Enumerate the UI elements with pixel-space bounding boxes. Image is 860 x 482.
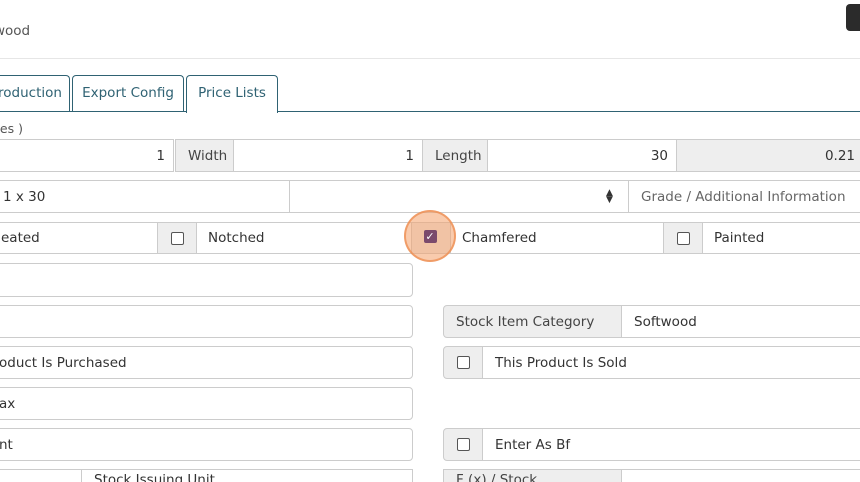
length-input[interactable]: 30: [487, 139, 677, 172]
breadcrumb: wood: [0, 23, 31, 39]
board-feet-value: 0.21: [824, 147, 855, 164]
chamfered-label: Chamfered: [462, 230, 537, 246]
enter-as-bf-label: Enter As Bf: [495, 436, 571, 453]
description-input[interactable]: [0, 263, 413, 297]
select-arrows-icon: ▲ ▼: [606, 188, 613, 205]
painted-option: Painted: [702, 222, 860, 254]
stock-ratio-input[interactable]: [621, 469, 860, 482]
tab-price-lists[interactable]: Price Lists: [186, 75, 278, 113]
notched-checkbox-cell[interactable]: [157, 222, 197, 254]
painted-checkbox-cell[interactable]: [663, 222, 703, 254]
this-product-is-sold-checkbox[interactable]: [456, 356, 470, 369]
chamfered-option: Chamfered: [450, 222, 664, 254]
tax-field[interactable]: ax: [0, 387, 413, 420]
size-display: 1 x 30: [0, 180, 290, 213]
grade-placeholder: Grade / Additional Information: [641, 188, 846, 205]
stock-unit-input[interactable]: [0, 469, 82, 482]
chamfered-checkbox[interactable]: ✓: [423, 229, 437, 243]
stock-ratio-label: F (x) / Stock: [443, 469, 622, 482]
length-label: Length: [422, 139, 488, 172]
header-divider: [0, 58, 860, 59]
this-product-is-sold-checkbox-cell[interactable]: [443, 346, 483, 379]
stock-item-category-select[interactable]: Softwood: [621, 305, 860, 338]
product-is-purchased-field[interactable]: oduct Is Purchased: [0, 346, 413, 379]
treated-label: eated: [1, 230, 40, 246]
treated-option: eated: [0, 222, 158, 254]
length-value: 30: [650, 147, 668, 164]
amount-label: nt: [0, 436, 13, 453]
notched-label: Notched: [208, 230, 265, 246]
painted-label: Painted: [714, 230, 765, 246]
painted-checkbox[interactable]: [676, 231, 690, 245]
width-label: Width: [175, 139, 234, 172]
header-action-button[interactable]: [846, 4, 860, 31]
stock-item-category-label: Stock Item Category: [443, 305, 622, 338]
stock-unit-label: Stock Issuing Unit: [94, 471, 215, 482]
this-product-is-sold-label: This Product Is Sold: [495, 354, 627, 371]
tab-production[interactable]: roduction: [0, 75, 70, 112]
enter-as-bf-checkbox[interactable]: [456, 438, 470, 451]
width-input[interactable]: 1: [233, 139, 423, 172]
notched-checkbox[interactable]: [170, 231, 184, 245]
size-select[interactable]: [289, 180, 629, 213]
notched-option: Notched: [196, 222, 412, 254]
enter-as-bf-field: Enter As Bf: [482, 428, 860, 461]
stock-unit-field[interactable]: Stock Issuing Unit: [81, 469, 413, 482]
grade-input[interactable]: Grade / Additional Information: [628, 180, 860, 213]
click-highlight: ✓: [404, 210, 456, 262]
thickness-value: 1: [156, 147, 165, 164]
enter-as-bf-checkbox-cell[interactable]: [443, 428, 483, 461]
thickness-input[interactable]: 1: [0, 139, 174, 172]
product-is-purchased-label: oduct Is Purchased: [0, 354, 127, 371]
size-text: 1 x 30: [3, 188, 46, 205]
amount-field[interactable]: nt: [0, 428, 413, 461]
tabs-divider: [0, 111, 860, 112]
tab-export-config[interactable]: Export Config: [72, 75, 184, 112]
width-value: 1: [405, 147, 414, 164]
stock-item-category-value: Softwood: [634, 313, 697, 330]
secondary-input[interactable]: [0, 305, 413, 338]
tax-label: ax: [0, 395, 16, 412]
this-product-is-sold-field: This Product Is Sold: [482, 346, 860, 379]
dimensions-section-label: hes ): [0, 121, 23, 136]
board-feet-output: 0.21: [676, 139, 860, 172]
